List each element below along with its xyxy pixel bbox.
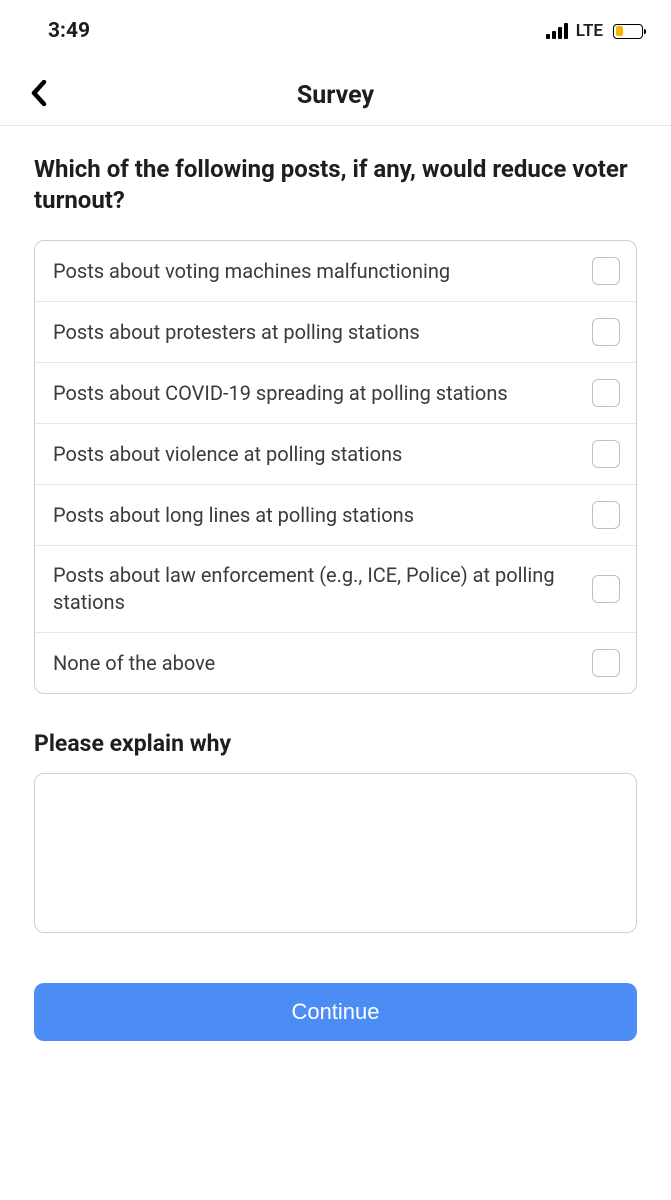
nav-bar: Survey xyxy=(0,66,671,126)
option-label: Posts about voting machines malfunctioni… xyxy=(53,258,578,285)
page-title: Survey xyxy=(297,81,374,110)
chevron-left-icon xyxy=(30,80,48,106)
checkbox[interactable] xyxy=(592,649,620,677)
checkbox[interactable] xyxy=(592,501,620,529)
signal-icon xyxy=(546,23,568,39)
checkbox[interactable] xyxy=(592,257,620,285)
option-label: Posts about law enforcement (e.g., ICE, … xyxy=(53,562,578,616)
option-row[interactable]: Posts about protesters at polling statio… xyxy=(35,302,636,363)
explain-label: Please explain why xyxy=(34,730,637,757)
question-text: Which of the following posts, if any, wo… xyxy=(34,154,637,216)
option-label: Posts about long lines at polling statio… xyxy=(53,502,578,529)
explain-textarea[interactable] xyxy=(34,773,637,933)
checkbox[interactable] xyxy=(592,318,620,346)
option-row[interactable]: Posts about COVID-19 spreading at pollin… xyxy=(35,363,636,424)
survey-content: Which of the following posts, if any, wo… xyxy=(0,126,671,1041)
back-button[interactable] xyxy=(24,74,54,118)
option-label: Posts about violence at polling stations xyxy=(53,441,578,468)
status-indicators: LTE xyxy=(546,21,643,41)
status-time: 3:49 xyxy=(48,19,90,43)
checkbox[interactable] xyxy=(592,575,620,603)
checkbox[interactable] xyxy=(592,440,620,468)
option-label: Posts about protesters at polling statio… xyxy=(53,319,578,346)
option-row[interactable]: Posts about violence at polling stations xyxy=(35,424,636,485)
option-row[interactable]: None of the above xyxy=(35,633,636,693)
continue-button[interactable]: Continue xyxy=(34,983,637,1041)
battery-icon xyxy=(613,24,643,39)
network-label: LTE xyxy=(576,21,603,41)
option-row[interactable]: Posts about long lines at polling statio… xyxy=(35,485,636,546)
checkbox[interactable] xyxy=(592,379,620,407)
options-list: Posts about voting machines malfunctioni… xyxy=(34,240,637,694)
status-bar: 3:49 LTE xyxy=(0,0,671,56)
option-row[interactable]: Posts about voting machines malfunctioni… xyxy=(35,241,636,302)
option-label: Posts about COVID-19 spreading at pollin… xyxy=(53,380,578,407)
option-label: None of the above xyxy=(53,650,578,677)
option-row[interactable]: Posts about law enforcement (e.g., ICE, … xyxy=(35,546,636,633)
